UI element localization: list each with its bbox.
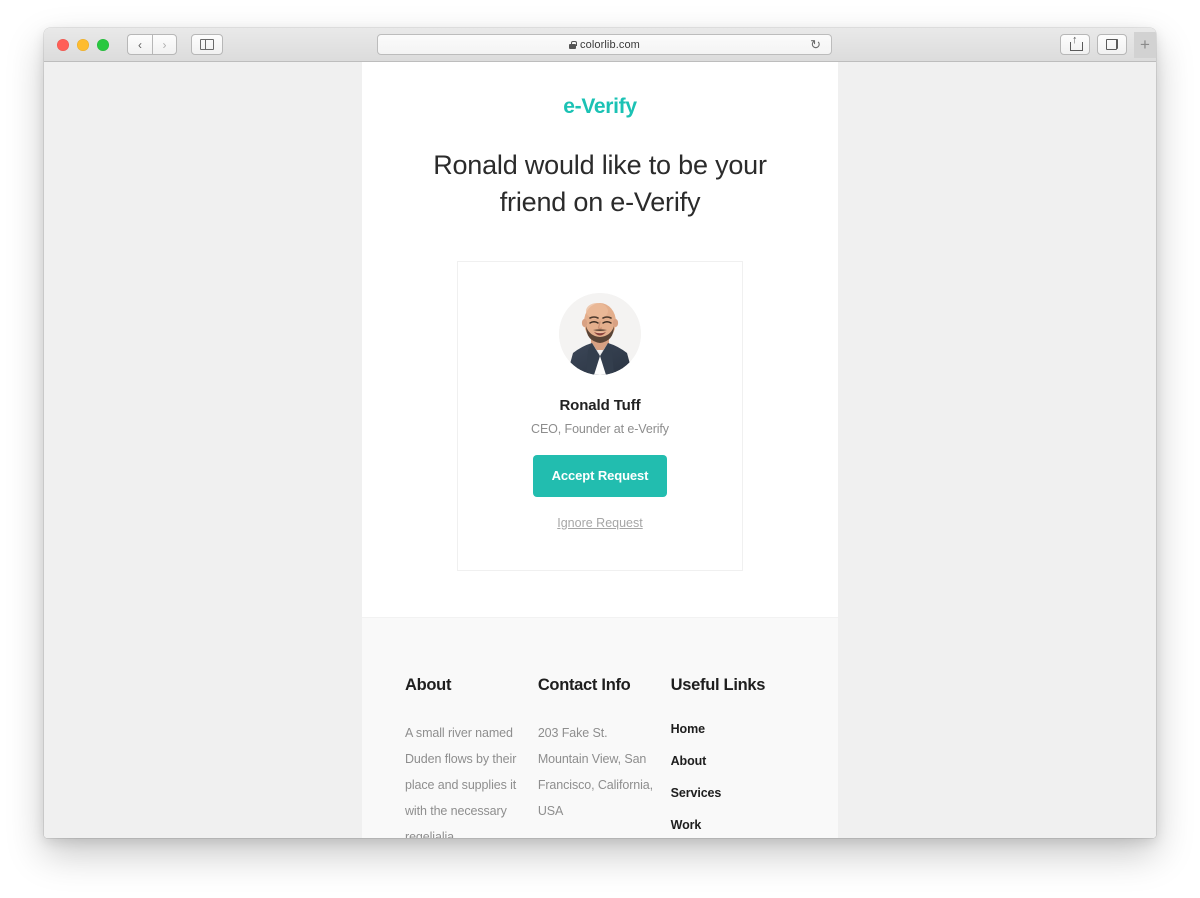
- close-window-button[interactable]: [57, 38, 69, 51]
- useful-links-heading: Useful Links: [670, 675, 766, 694]
- sidebar-toggle-button[interactable]: [191, 34, 223, 55]
- contact-heading: Contact Info: [537, 675, 631, 694]
- reload-icon[interactable]: ↻: [810, 38, 821, 51]
- page-title: Ronald would like to be your friend on e…: [433, 150, 767, 218]
- list-item: Work: [671, 816, 795, 834]
- address-bar[interactable]: colorlib.com ↻: [377, 34, 832, 55]
- friend-request-card: Ronald Tuff CEO, Founder at e-Verify Acc…: [457, 260, 743, 571]
- forward-button[interactable]: ›: [152, 34, 177, 55]
- person-name: Ronald Tuff: [559, 396, 641, 414]
- share-button[interactable]: [1060, 34, 1090, 55]
- browser-toolbar: ‹ › colorlib.com ↻ +: [44, 28, 1156, 62]
- browser-window: ‹ › colorlib.com ↻ +: [44, 28, 1156, 838]
- lock-icon: [569, 40, 577, 49]
- tabs-icon: [1106, 39, 1118, 50]
- sidebar-icon: [200, 39, 214, 50]
- show-tabs-button[interactable]: [1097, 34, 1127, 55]
- toolbar-right-actions: +: [1060, 31, 1156, 58]
- footer-columns: About A small river named Duden flows by…: [405, 676, 795, 839]
- footer-column-about: About A small river named Duden flows by…: [405, 676, 538, 839]
- list-item: About: [671, 752, 795, 770]
- email-template-container: e-Verify Ronald would like to be your fr…: [362, 62, 838, 838]
- list-item: Home: [671, 720, 795, 738]
- contact-phone: +2 392 3929 210: [538, 833, 657, 839]
- share-icon: [1069, 35, 1083, 51]
- about-text: A small river named Duden flows by their…: [405, 725, 517, 839]
- window-controls: [57, 38, 109, 51]
- brand-logo: e-Verify: [563, 95, 637, 118]
- person-role: CEO, Founder at e-Verify: [531, 421, 669, 436]
- footer-link-work[interactable]: Work: [671, 818, 702, 832]
- page-viewport: e-Verify Ronald would like to be your fr…: [44, 62, 1156, 838]
- footer-column-links: Useful Links Home About Services Work: [671, 676, 795, 839]
- contact-address: 203 Fake St. Mountain View, San Francisc…: [537, 725, 654, 818]
- list-item: Services: [671, 784, 795, 802]
- useful-links-list: Home About Services Work: [671, 720, 795, 834]
- email-body-section: e-Verify Ronald would like to be your fr…: [362, 62, 838, 618]
- footer-link-services[interactable]: Services: [671, 786, 722, 800]
- avatar: [559, 292, 641, 375]
- accept-request-button[interactable]: Accept Request: [532, 454, 668, 497]
- footer-link-home[interactable]: Home: [671, 722, 705, 736]
- maximize-window-button[interactable]: [97, 38, 109, 51]
- about-heading: About: [405, 675, 452, 694]
- footer-link-about[interactable]: About: [671, 754, 707, 768]
- back-button[interactable]: ‹: [127, 34, 152, 55]
- footer-column-contact: Contact Info 203 Fake St. Mountain View,…: [538, 676, 671, 839]
- url-display: colorlib.com: [569, 39, 640, 51]
- minimize-window-button[interactable]: [77, 38, 89, 51]
- email-footer: About A small river named Duden flows by…: [362, 617, 838, 839]
- new-tab-button[interactable]: +: [1134, 31, 1156, 58]
- navigation-buttons: ‹ ›: [127, 34, 177, 55]
- desktop-background: ‹ › colorlib.com ↻ +: [0, 0, 1200, 898]
- url-text: colorlib.com: [580, 38, 640, 51]
- ignore-request-link[interactable]: Ignore Request: [478, 516, 722, 530]
